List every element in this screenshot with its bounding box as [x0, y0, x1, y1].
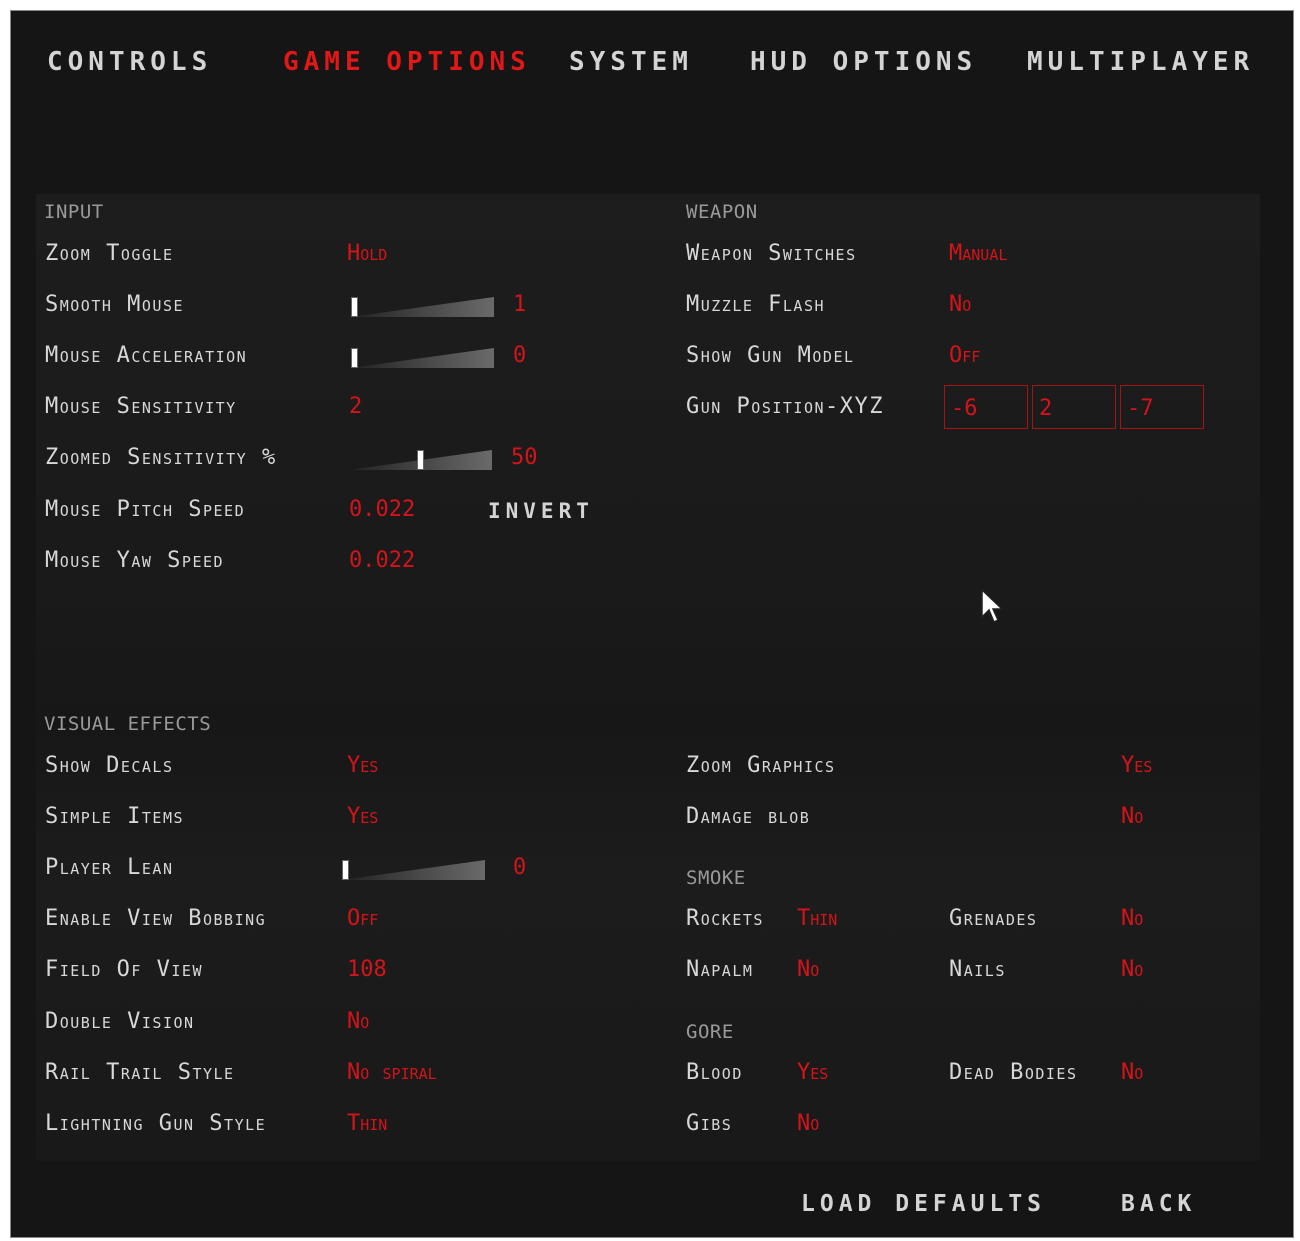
- back-button[interactable]: BACK: [1121, 1191, 1196, 1217]
- damage-blob-value[interactable]: No: [1121, 804, 1143, 829]
- gun-position-label: Gun Position-XYZ: [686, 394, 884, 419]
- slider-thumb[interactable]: [417, 450, 424, 470]
- show-decals-label: Show Decals: [45, 753, 174, 778]
- mouse-yaw-speed-value[interactable]: 0.022: [349, 548, 415, 573]
- weapon-switches-value[interactable]: Manual: [949, 241, 1007, 266]
- simple-items-label: Simple Items: [45, 804, 185, 829]
- zoomed-sensitivity-label: Zoomed Sensitivity %: [45, 445, 277, 470]
- simple-items-value[interactable]: Yes: [347, 804, 378, 829]
- player-lean-value: 0: [513, 855, 527, 880]
- show-gun-model-label: Show Gun Model: [686, 343, 855, 368]
- slider-thumb[interactable]: [342, 860, 349, 880]
- blood-label: Blood: [686, 1060, 743, 1085]
- mouse-cursor-icon: [981, 589, 1003, 624]
- mouse-pitch-speed-value[interactable]: 0.022: [349, 497, 415, 522]
- tab-controls[interactable]: CONTROLS: [47, 47, 212, 77]
- mouse-pitch-speed-label: Mouse Pitch Speed: [45, 497, 246, 522]
- zoomed-sensitivity-value: 50: [511, 445, 538, 470]
- mouse-acceleration-value: 0: [513, 343, 527, 368]
- mouse-sensitivity-value[interactable]: 2: [349, 394, 362, 419]
- slider-thumb[interactable]: [351, 348, 358, 368]
- smooth-mouse-value: 1: [513, 292, 527, 317]
- rail-trail-style-value[interactable]: No spiral: [347, 1060, 437, 1085]
- blood-value[interactable]: Yes: [797, 1060, 828, 1085]
- tab-game-options[interactable]: GAME OPTIONS: [283, 47, 531, 77]
- nails-label: Nails: [949, 957, 1006, 982]
- tab-multiplayer[interactable]: MULTIPLAYER: [1027, 47, 1254, 77]
- tab-hud-options[interactable]: HUD OPTIONS: [750, 47, 977, 77]
- grenades-label: Grenades: [949, 906, 1038, 931]
- gun-position-z-field[interactable]: -7: [1120, 385, 1204, 429]
- load-defaults-button[interactable]: LOAD DEFAULTS: [801, 1191, 1046, 1217]
- muzzle-flash-label: Muzzle Flash: [686, 292, 826, 317]
- zoom-toggle-label: Zoom Toggle: [45, 241, 174, 266]
- muzzle-flash-value[interactable]: No: [949, 292, 971, 317]
- lightning-gun-style-label: Lightning Gun Style: [45, 1111, 267, 1136]
- enable-view-bobbing-label: Enable View Bobbing: [45, 906, 267, 931]
- nails-value[interactable]: No: [1121, 957, 1143, 982]
- mouse-acceleration-label: Mouse Acceleration: [45, 343, 248, 368]
- grenades-value[interactable]: No: [1121, 906, 1143, 931]
- options-panel: [36, 194, 1260, 1161]
- double-vision-value[interactable]: No: [347, 1009, 369, 1034]
- enable-view-bobbing-value[interactable]: Off: [347, 906, 378, 931]
- gore-section-title: GORE: [686, 1021, 734, 1043]
- player-lean-label: Player Lean: [45, 855, 174, 880]
- damage-blob-label: Damage blob: [686, 804, 811, 829]
- tab-system[interactable]: SYSTEM: [569, 47, 693, 77]
- rockets-value[interactable]: Thin: [797, 906, 837, 931]
- zoom-toggle-value[interactable]: Hold: [347, 241, 387, 266]
- smoke-section-title: SMOKE: [686, 867, 746, 889]
- input-section-title: INPUT: [44, 201, 104, 223]
- field-of-view-label: Field Of View: [45, 957, 203, 982]
- show-gun-model-value[interactable]: Off: [949, 343, 980, 368]
- gibs-label: Gibs: [686, 1111, 733, 1136]
- invert-button[interactable]: INVERT: [488, 499, 594, 523]
- field-of-view-value[interactable]: 108: [347, 957, 387, 982]
- napalm-value[interactable]: No: [797, 957, 819, 982]
- napalm-label: Napalm: [686, 957, 754, 982]
- dead-bodies-value[interactable]: No: [1121, 1060, 1143, 1085]
- rail-trail-style-label: Rail Trail Style: [45, 1060, 235, 1085]
- lightning-gun-style-value[interactable]: Thin: [347, 1111, 387, 1136]
- smooth-mouse-label: Smooth Mouse: [45, 292, 185, 317]
- player-lean-slider[interactable]: [342, 857, 485, 883]
- rockets-label: Rockets: [686, 906, 764, 931]
- zoom-graphics-label: Zoom Graphics: [686, 753, 836, 778]
- smooth-mouse-slider[interactable]: [351, 294, 494, 320]
- slider-thumb[interactable]: [351, 297, 358, 317]
- mouse-sensitivity-label: Mouse Sensitivity: [45, 394, 237, 419]
- gun-position-y-field[interactable]: 2: [1032, 385, 1116, 429]
- gun-position-fields: -6 2 -7: [944, 385, 1204, 429]
- double-vision-label: Double Vision: [45, 1009, 195, 1034]
- options-window: CONTROLS GAME OPTIONS SYSTEM HUD OPTIONS…: [10, 10, 1294, 1238]
- zoomed-sensitivity-slider[interactable]: [349, 447, 492, 473]
- mouse-yaw-speed-label: Mouse Yaw Speed: [45, 548, 225, 573]
- mouse-acceleration-slider[interactable]: [351, 345, 494, 371]
- weapon-section-title: WEAPON: [686, 201, 758, 223]
- zoom-graphics-value[interactable]: Yes: [1121, 753, 1152, 778]
- gibs-value[interactable]: No: [797, 1111, 819, 1136]
- weapon-switches-label: Weapon Switches: [686, 241, 857, 266]
- gun-position-x-field[interactable]: -6: [944, 385, 1028, 429]
- dead-bodies-label: Dead Bodies: [949, 1060, 1078, 1085]
- visual-effects-section-title: VISUAL EFFECTS: [44, 713, 212, 735]
- show-decals-value[interactable]: Yes: [347, 753, 378, 778]
